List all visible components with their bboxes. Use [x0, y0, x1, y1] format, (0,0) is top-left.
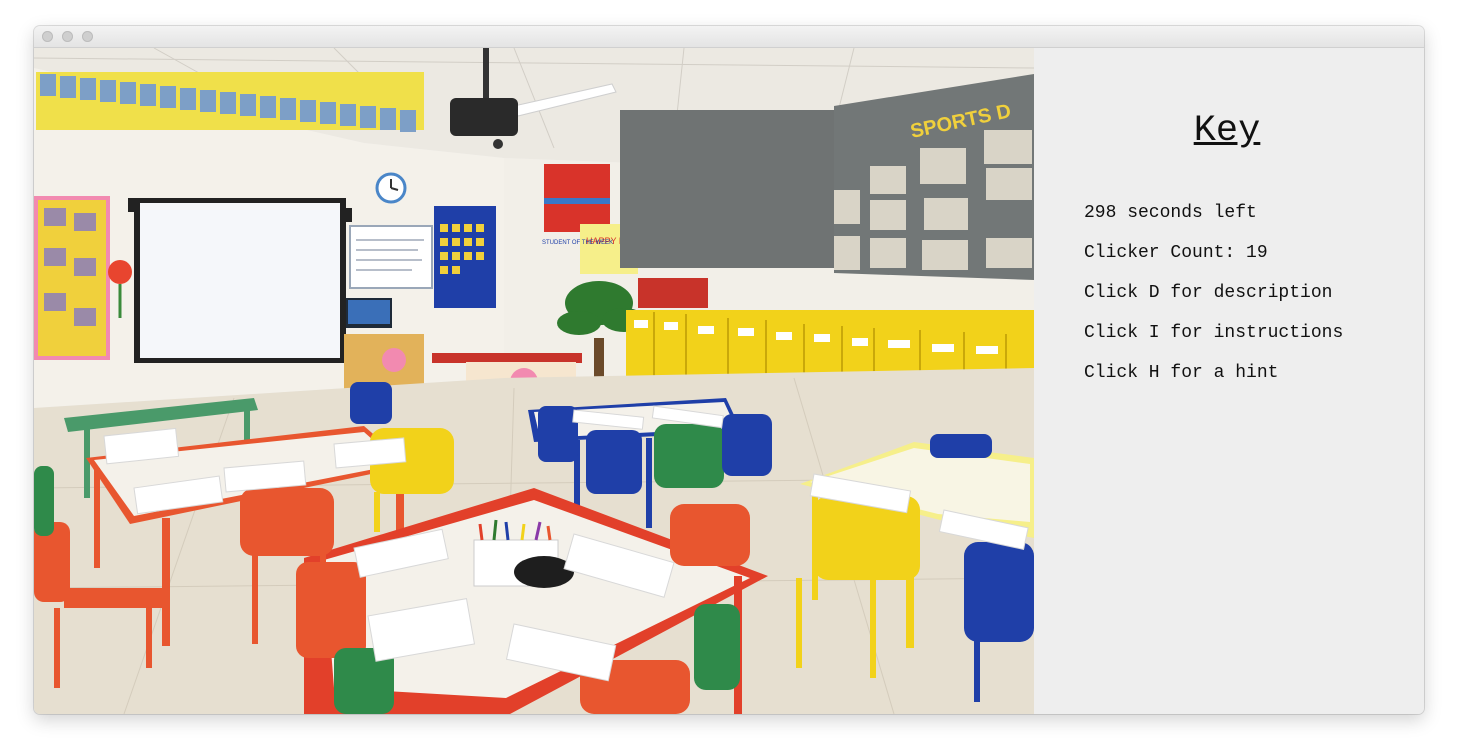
description-hotkey-text: Click D for description: [1084, 283, 1333, 303]
key-title: Key: [1193, 110, 1261, 152]
classroom-photo: HAPPY BIRTHDAY STUDENT OF THE WEEK SPORT…: [34, 48, 1034, 714]
app-window: HAPPY BIRTHDAY STUDENT OF THE WEEK SPORT…: [34, 26, 1424, 714]
hint-hotkey-text: Click H for a hint: [1084, 363, 1279, 383]
close-window-button[interactable]: [42, 31, 53, 42]
timer-text: 298 seconds left: [1084, 203, 1257, 223]
key-panel: Key 298 seconds left Clicker Count: 19 C…: [1034, 48, 1424, 714]
instructions-hotkey-text: Click I for instructions: [1084, 323, 1344, 343]
clicker-count-text: Clicker Count: 19: [1084, 243, 1268, 263]
app-content: HAPPY BIRTHDAY STUDENT OF THE WEEK SPORT…: [34, 48, 1424, 714]
zoom-window-button[interactable]: [82, 31, 93, 42]
key-list: 298 seconds left Clicker Count: 19 Click…: [1084, 201, 1343, 401]
student-of-week-text: STUDENT OF THE WEEK: [542, 240, 613, 246]
classroom-scene[interactable]: HAPPY BIRTHDAY STUDENT OF THE WEEK SPORT…: [34, 48, 1034, 714]
title-bar: [34, 26, 1424, 48]
minimize-window-button[interactable]: [62, 31, 73, 42]
